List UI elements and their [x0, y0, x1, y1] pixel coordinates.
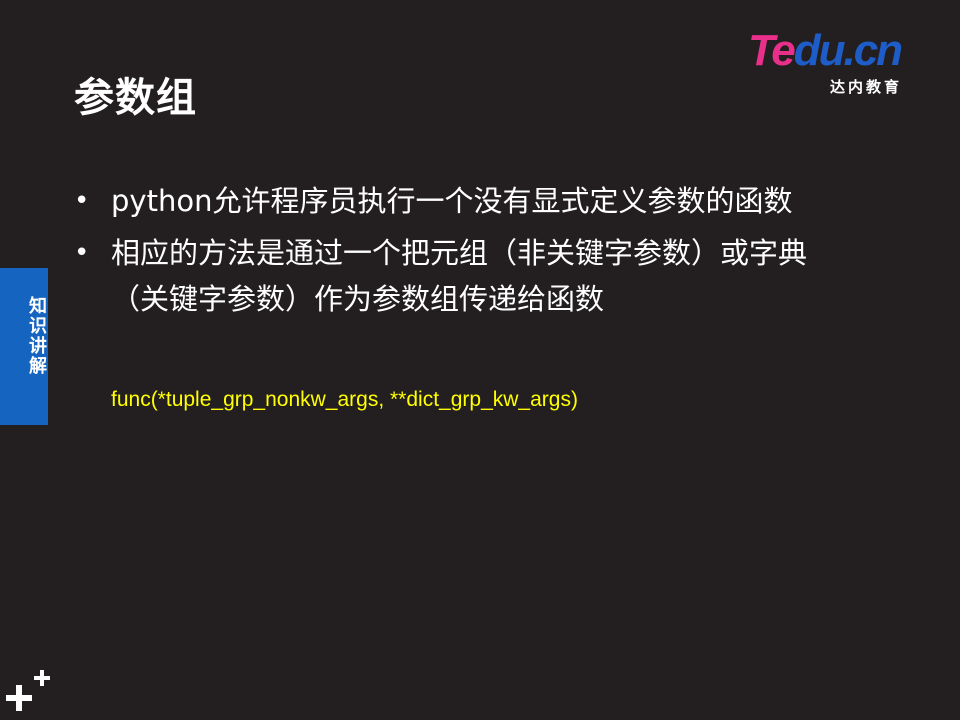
bullet-dot-icon: •	[74, 238, 90, 268]
slide: 参数组 Tedu.cn 达内教育 知识讲解 • python允许程序员执行一个没…	[0, 0, 960, 720]
logo-wordmark-part1: Te	[748, 26, 796, 75]
logo-wordmark: Tedu.cn	[748, 26, 903, 75]
bullet-item: • 相应的方法是通过一个把元组（非关键字参数）或字典（关键字参数）作为参数组传递…	[74, 230, 854, 322]
code-example: func(*tuple_grp_nonkw_args, **dict_grp_k…	[111, 388, 578, 411]
bullet-dot-icon: •	[74, 186, 90, 216]
bullet-text: 相应的方法是通过一个把元组（非关键字参数）或字典（关键字参数）作为参数组传递给函…	[111, 236, 808, 316]
slide-title: 参数组	[74, 75, 197, 121]
bullet-text: python允许程序员执行一个没有显式定义参数的函数	[111, 184, 793, 218]
logo-subtitle: 达内教育	[830, 78, 903, 96]
tedu-logo: Tedu.cn 达内教育	[748, 28, 938, 100]
logo-wordmark-part2: du.cn	[793, 26, 903, 75]
bullet-item: • python允许程序员执行一个没有显式定义参数的函数	[74, 178, 854, 224]
bullet-list: • python允许程序员执行一个没有显式定义参数的函数 • 相应的方法是通过一…	[74, 178, 854, 328]
plus-icon	[6, 670, 50, 711]
side-tab-label: 知识讲解	[26, 296, 47, 376]
side-tab: 知识讲解	[0, 268, 48, 425]
